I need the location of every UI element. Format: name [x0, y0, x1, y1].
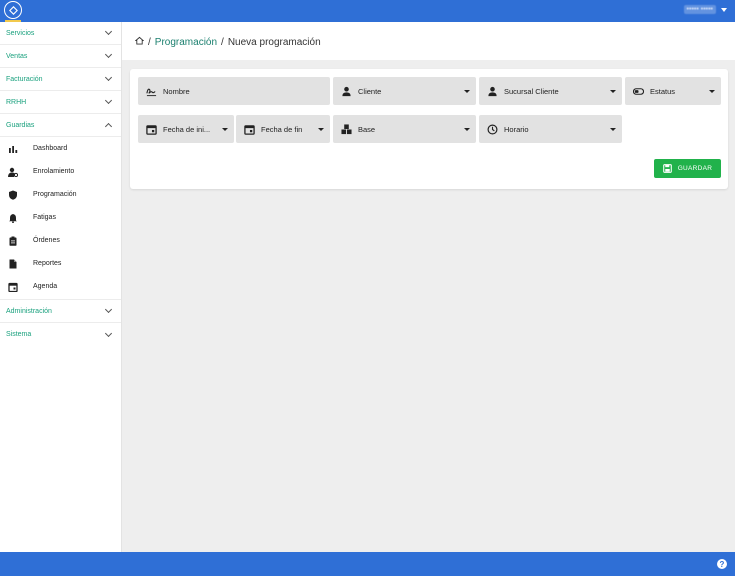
sidebar-item-label: Administración [6, 307, 52, 315]
sidebar-item-label: Dashboard [33, 145, 68, 152]
home-icon[interactable] [134, 36, 145, 48]
caret-down-icon [709, 89, 715, 93]
save-button-label: GUARDAR [677, 165, 713, 172]
nombre-label: Nombre [163, 86, 190, 96]
calendar-icon [146, 124, 157, 135]
cubes-icon [341, 123, 352, 135]
app-logo-icon[interactable] [4, 1, 22, 19]
sidebar-item-programacion[interactable]: Programación [0, 183, 121, 206]
sidebar-item-label: Agenda [33, 283, 58, 290]
chevron-down-icon [104, 329, 113, 337]
sidebar-item-dashboard[interactable]: Dashboard [0, 137, 121, 160]
estatus-label: Estatus [650, 86, 676, 96]
save-button[interactable]: GUARDAR [654, 159, 721, 178]
top-bar: ••••• ••••• [0, 0, 735, 22]
sidebar-item-label: Reportes [33, 260, 62, 267]
nombre-field[interactable]: Nombre [138, 77, 330, 105]
bell-icon [8, 213, 18, 223]
sidebar-item-label: Ventas [6, 52, 28, 60]
fecha-inicio-select[interactable]: Fecha de ini... [138, 115, 234, 143]
chevron-down-icon [104, 73, 113, 82]
sidebar-item-label: Enrolamiento [33, 168, 75, 175]
clock-icon [487, 124, 498, 135]
sucursal-label: Sucursal Cliente [504, 86, 559, 96]
sidebar-item-rrhh[interactable]: RRHH [0, 91, 121, 114]
breadcrumb: / Programación / Nueva programación [134, 36, 321, 48]
chevron-down-icon [104, 27, 113, 36]
fecha-inicio-label: Fecha de ini... [163, 124, 211, 134]
sucursal-select[interactable]: Sucursal Cliente [479, 77, 622, 105]
caret-down-icon [318, 127, 324, 131]
breadcrumb-current: Nueva programación [227, 36, 321, 48]
breadcrumb-separator: / [148, 36, 151, 48]
sidebar-item-administracion[interactable]: Administración [0, 300, 121, 323]
sidebar-item-agenda[interactable]: Agenda [0, 275, 121, 298]
sidebar: Servicios Ventas Facturación RRHH Guardi… [0, 22, 122, 552]
fecha-fin-select[interactable]: Fecha de fin [236, 115, 330, 143]
sidebar-item-label: Guardias [6, 121, 35, 129]
save-icon [662, 164, 672, 173]
sidebar-item-guardias[interactable]: Guardias [0, 114, 121, 137]
sidebar-item-label: Fatigas [33, 214, 56, 221]
base-label: Base [358, 124, 376, 134]
user-menu[interactable]: ••••• ••••• [683, 5, 727, 14]
chevron-down-icon [104, 96, 113, 105]
person-icon [487, 86, 498, 97]
bar-chart-icon [8, 144, 18, 154]
horario-select[interactable]: Horario [479, 115, 622, 143]
cliente-label: Cliente [358, 86, 382, 96]
sidebar-item-label: Sistema [6, 331, 32, 338]
calendar-icon [8, 282, 18, 292]
caret-down-icon[interactable] [721, 7, 727, 12]
fecha-fin-label: Fecha de fin [261, 124, 303, 134]
toggle-icon [633, 86, 644, 97]
sidebar-item-label: RRHH [6, 98, 27, 106]
file-icon [8, 259, 18, 269]
sidebar-item-label: Programación [33, 191, 77, 198]
sidebar-item-reportes[interactable]: Reportes [0, 252, 121, 275]
sidebar-item-sistema[interactable]: Sistema [0, 323, 121, 346]
form-card: Nombre Cliente Sucursal Cliente Estatus … [130, 69, 728, 189]
horario-label: Horario [504, 124, 529, 134]
caret-down-icon [464, 89, 470, 93]
clipboard-icon [8, 236, 18, 246]
sidebar-item-ventas[interactable]: Ventas [0, 45, 121, 68]
chevron-down-icon [104, 305, 113, 314]
user-name[interactable]: ••••• ••••• [683, 5, 716, 14]
shield-icon [8, 190, 18, 200]
caret-down-icon [610, 127, 616, 131]
signature-icon [146, 86, 157, 97]
breadcrumb-link-programacion[interactable]: Programación [155, 37, 217, 48]
person-icon [341, 86, 352, 97]
estatus-select[interactable]: Estatus [625, 77, 721, 105]
caret-down-icon [610, 89, 616, 93]
sidebar-item-label: Órdenes [33, 237, 60, 244]
sidebar-item-ordenes[interactable]: Órdenes [0, 229, 121, 252]
sidebar-item-label: Facturación [6, 75, 43, 83]
chevron-down-icon [104, 50, 113, 59]
user-settings-icon [8, 167, 18, 177]
sidebar-item-enrolamiento[interactable]: Enrolamiento [0, 160, 121, 183]
sidebar-item-fatigas[interactable]: Fatigas [0, 206, 121, 229]
breadcrumb-separator: / [221, 36, 224, 48]
caret-down-icon [464, 127, 470, 131]
footer-bar: ? [0, 552, 735, 576]
chevron-up-icon [104, 122, 113, 130]
guardias-submenu: Dashboard Enrolamiento Programación Fati… [0, 137, 121, 300]
sidebar-item-facturacion[interactable]: Facturación [0, 68, 121, 91]
caret-down-icon [222, 127, 228, 131]
sidebar-item-label: Servicios [6, 29, 35, 37]
calendar-icon [244, 124, 255, 135]
sidebar-item-servicios[interactable]: Servicios [0, 22, 121, 45]
base-select[interactable]: Base [333, 115, 476, 143]
help-icon[interactable]: ? [717, 559, 727, 569]
cliente-select[interactable]: Cliente [333, 77, 476, 105]
